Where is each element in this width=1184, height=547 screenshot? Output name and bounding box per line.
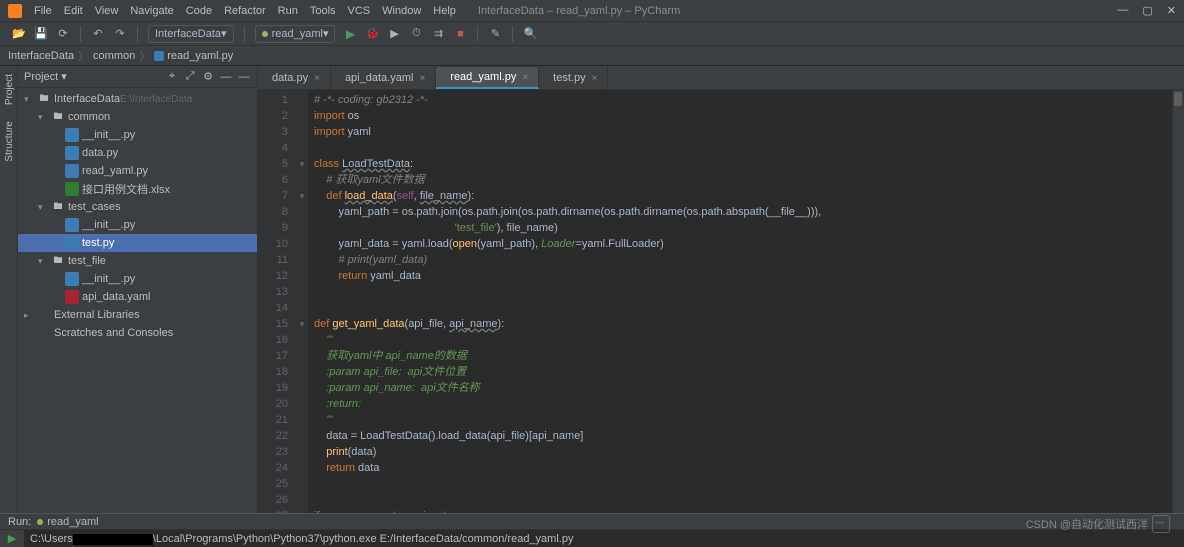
run-config-selector[interactable]: read_yaml ▾ [255,25,336,43]
menu-refactor[interactable]: Refactor [218,5,272,17]
tree-item[interactable]: ▾🖿test_file [18,252,257,270]
py-icon [65,272,79,286]
tree-item[interactable]: data.py [18,144,257,162]
close-tab-icon[interactable]: × [592,73,598,84]
window-title: InterfaceData – read_yaml.py – PyCharm [478,5,680,17]
editor-tab[interactable]: test.py× [539,67,608,89]
menu-vcs[interactable]: VCS [342,5,377,17]
run-panel-label: Run: [8,516,31,528]
locate-icon[interactable]: ⌖ [165,70,179,83]
tree-item[interactable]: read_yaml.py [18,162,257,180]
sc-icon [37,326,51,340]
line-number-gutter[interactable]: 1234567891011121314151617181920212223242… [258,90,296,513]
lib-icon [37,308,51,322]
breadcrumb: InterfaceData 〉 common 〉 read_yaml.py [0,46,1184,66]
xlsx-icon [65,182,79,196]
minimize-icon[interactable]: — [1117,4,1128,17]
code-editor[interactable]: # -*- coding: gb2312 -*-import osimport … [308,90,1172,513]
folder-icon: 🖿 [37,92,51,106]
tree-item[interactable]: __init__.py [18,216,257,234]
tree-item[interactable]: __init__.py [18,126,257,144]
breadcrumb-item[interactable]: InterfaceData [8,50,74,62]
select-opened-icon[interactable]: ⤢ [183,70,197,83]
tree-item[interactable]: __init__.py [18,270,257,288]
editor-scrollbar[interactable] [1172,90,1184,513]
menu-help[interactable]: Help [427,5,462,17]
py-icon [65,218,79,232]
tree-item[interactable]: 接口用例文档.xlsx [18,180,257,198]
tree-item[interactable]: api_data.yaml [18,288,257,306]
project-panel-title[interactable]: Project ▾ [24,70,161,83]
menu-window[interactable]: Window [376,5,427,17]
watermark: CSDN @自动化测试西洋 [1026,515,1170,533]
tree-item[interactable]: test.py [18,234,257,252]
concurrent-icon[interactable]: ⇉ [430,26,446,42]
menu-file[interactable]: File [28,5,58,17]
close-tab-icon[interactable]: × [419,73,425,84]
py-icon [65,128,79,142]
folder-icon: 🖿 [51,110,65,124]
project-tree[interactable]: ▾🖿InterfaceData E:\InterfaceData▾🖿common… [18,88,257,513]
collapse-all-icon[interactable]: — [219,71,233,83]
menu-code[interactable]: Code [180,5,218,17]
menu-edit[interactable]: Edit [58,5,89,17]
reload-icon[interactable]: ⟳ [55,26,71,42]
open-icon[interactable]: 📂 [11,26,27,42]
yml-icon [65,290,79,304]
maximize-icon[interactable]: ▢ [1142,4,1152,17]
breadcrumb-item[interactable]: read_yaml.py [167,50,233,62]
tree-item[interactable]: ▸External Libraries [18,306,257,324]
save-icon[interactable]: 💾 [33,26,49,42]
project-selector[interactable]: InterfaceData ▾ [148,25,234,43]
side-tab-structure[interactable]: Structure [0,113,17,170]
run-icon[interactable]: ▶ [342,26,358,42]
run-tab[interactable]: read_yaml [37,516,98,528]
project-tool-window: Project ▾ ⌖ ⤢ ⚙ — — ▾🖿InterfaceData E:\I… [18,66,258,513]
gear-icon[interactable]: ⚙ [201,70,215,83]
editor-tabs: data.py×api_data.yaml×read_yaml.py×test.… [258,66,1184,90]
editor-tab[interactable]: api_data.yaml× [331,67,436,89]
undo-icon[interactable]: ↶ [90,26,106,42]
gutter-marks[interactable]: ▾▾▾▸ [296,90,308,513]
folder-icon: 🖿 [51,200,65,214]
menu-run[interactable]: Run [272,5,304,17]
rerun-icon[interactable]: ▶ [8,532,16,545]
py-icon [65,164,79,178]
close-window-icon[interactable]: ✕ [1167,4,1176,17]
tree-item[interactable]: Scratches and Consoles [18,324,257,342]
side-tab-project[interactable]: Project [0,66,17,113]
breadcrumb-item[interactable]: common [93,50,135,62]
coverage-icon[interactable]: ▶ [386,26,402,42]
menu-navigate[interactable]: Navigate [124,5,179,17]
close-tab-icon[interactable]: × [522,72,528,83]
vcs-icon[interactable]: ✎ [487,26,503,42]
editor-tab[interactable]: data.py× [258,67,331,89]
close-tab-icon[interactable]: × [314,73,320,84]
run-console[interactable]: C:\Users\Local\Programs\Python\Python37\… [24,530,1184,547]
tree-item[interactable]: ▾🖿test_cases [18,198,257,216]
hide-panel-icon[interactable]: — [237,71,251,83]
tree-item[interactable]: ▾🖿InterfaceData E:\InterfaceData [18,90,257,108]
menu-view[interactable]: View [89,5,125,17]
main-toolbar: 📂 💾 ⟳ ↶ ↷ InterfaceData ▾ read_yaml ▾ ▶ … [0,22,1184,46]
profile-icon[interactable]: ⏱ [408,26,424,42]
python-file-icon [154,51,164,61]
redo-icon[interactable]: ↷ [112,26,128,42]
menu-tools[interactable]: Tools [304,5,342,17]
editor-tab[interactable]: read_yaml.py× [436,67,539,89]
app-logo [8,4,22,18]
py-icon [65,146,79,160]
search-icon[interactable]: 🔍 [522,26,538,42]
tree-item[interactable]: ▾🖿common [18,108,257,126]
py-icon [65,236,79,250]
folder-icon: 🖿 [51,254,65,268]
stop-icon[interactable]: ■ [452,26,468,42]
debug-icon[interactable]: 🐞 [364,26,380,42]
